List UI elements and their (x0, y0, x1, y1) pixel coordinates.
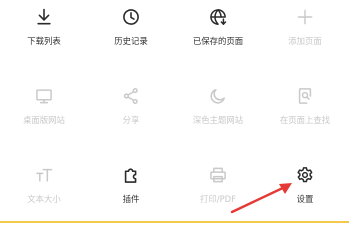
menu-item-label: 下载列表 (27, 36, 61, 46)
menu-item-label: 桌面版网站 (23, 115, 65, 125)
menu-item-settings[interactable]: 设置 (261, 162, 349, 214)
browser-menu-panel: 下载列表 历史记录 已保存的页面 添加页面 桌面版网站 分享 深色主题网站 在页… (0, 0, 349, 225)
menu-item-add-page[interactable]: 添加页面 (261, 4, 349, 56)
gear-icon (294, 164, 316, 186)
menu-item-label: 在页面上查找 (279, 115, 331, 125)
menu-item-dark-theme[interactable]: 深色主题网站 (174, 83, 262, 135)
menu-item-label: 深色主题网站 (192, 115, 244, 125)
menu-item-label: 文本大小 (27, 194, 61, 204)
bottom-accent-line (0, 221, 349, 223)
plus-icon (294, 6, 316, 28)
moon-icon (207, 85, 229, 107)
menu-item-label: 分享 (122, 115, 140, 125)
menu-item-plugins[interactable]: 插件 (87, 162, 175, 214)
find-in-page-icon (294, 85, 316, 107)
download-icon (33, 6, 55, 28)
menu-item-label: 历史记录 (114, 36, 148, 46)
menu-item-label: 添加页面 (288, 36, 322, 46)
menu-item-label: 已保存的页面 (192, 36, 244, 46)
menu-item-label: 插件 (122, 194, 140, 204)
menu-item-label: 打印/PDF (200, 194, 236, 204)
puzzle-icon (120, 164, 142, 186)
clock-icon (120, 6, 142, 28)
menu-item-downloads[interactable]: 下载列表 (0, 4, 88, 56)
menu-item-saved-pages[interactable]: 已保存的页面 (174, 4, 262, 56)
menu-item-history[interactable]: 历史记录 (87, 4, 175, 56)
menu-item-text-size[interactable]: 文本大小 (0, 162, 88, 214)
share-icon (120, 85, 142, 107)
menu-item-desktop-site[interactable]: 桌面版网站 (0, 83, 88, 135)
menu-item-find-in-page[interactable]: 在页面上查找 (261, 83, 349, 135)
text-size-icon (33, 164, 55, 186)
monitor-icon (33, 85, 55, 107)
globe-download-icon (207, 6, 229, 28)
menu-item-label: 设置 (296, 194, 314, 204)
printer-icon (207, 164, 229, 186)
menu-item-print-pdf[interactable]: 打印/PDF (174, 162, 262, 214)
menu-item-share[interactable]: 分享 (87, 83, 175, 135)
